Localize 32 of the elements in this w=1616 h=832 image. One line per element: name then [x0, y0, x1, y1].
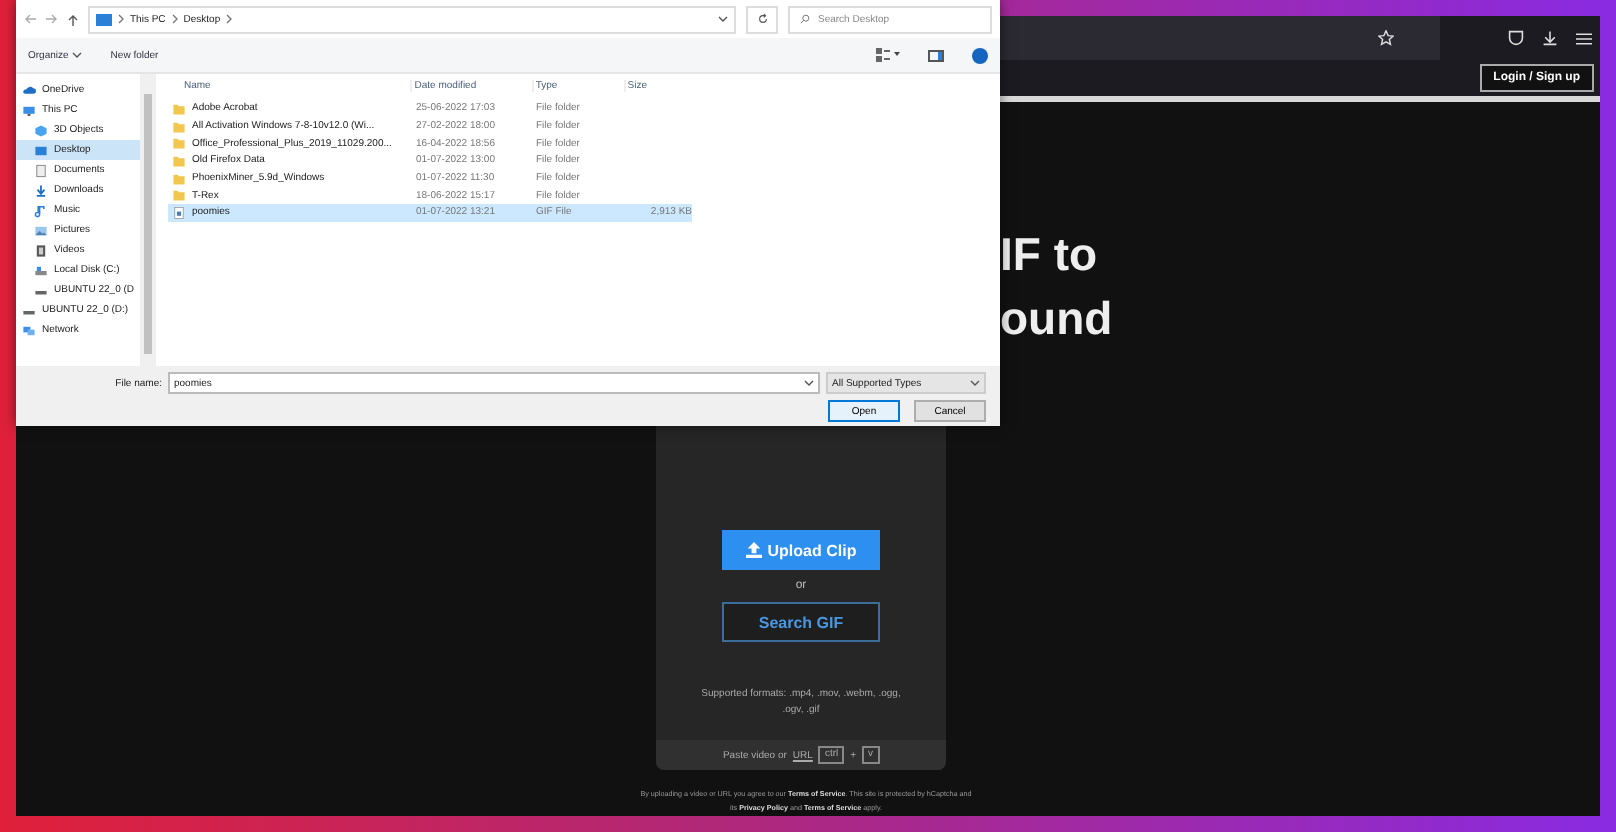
caret-icon — [72, 52, 83, 58]
up-arrow-icon[interactable] — [68, 13, 78, 25]
music-note-icon — [34, 203, 48, 217]
search-gif-button[interactable]: Search GIF — [722, 602, 880, 642]
chevron-icon — [171, 14, 178, 24]
cloud-icon — [22, 83, 36, 97]
pocket-icon[interactable] — [1508, 30, 1524, 46]
view-options-icon[interactable] — [876, 48, 900, 62]
download-icon — [34, 183, 48, 197]
headline: IF to — [1000, 226, 1100, 284]
download-icon[interactable] — [1542, 30, 1558, 46]
caret-icon — [970, 380, 980, 386]
preview-pane-icon[interactable] — [928, 49, 944, 61]
chevron-icon — [118, 14, 124, 24]
scrollbar[interactable] — [140, 74, 156, 366]
menu-icon[interactable] — [1576, 31, 1592, 45]
image-file-icon — [172, 205, 186, 220]
disk-drive-icon — [34, 263, 48, 277]
film-icon — [34, 243, 48, 257]
search-icon — [800, 14, 810, 24]
headline: ound — [1000, 290, 1113, 348]
document-icon — [34, 163, 48, 177]
network-icon — [22, 323, 36, 337]
caret-icon — [718, 16, 728, 22]
desktop-icon — [34, 143, 48, 157]
upload-icon — [745, 542, 762, 558]
picture-icon — [34, 223, 48, 237]
refresh-icon — [757, 14, 767, 24]
star-icon[interactable] — [1378, 30, 1394, 46]
refresh-button[interactable] — [746, 5, 778, 33]
caret-icon — [804, 380, 814, 386]
chevron-icon — [226, 14, 233, 24]
